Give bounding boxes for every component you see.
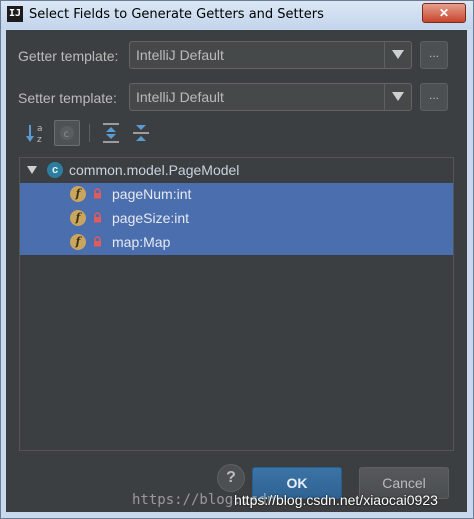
tree-field-row[interactable]: f pageSize:int [20, 207, 453, 231]
class-icon: c [47, 162, 63, 178]
lock-icon [94, 188, 101, 199]
field-icon: f [70, 210, 86, 226]
tree-field-label: map:Map [112, 234, 171, 250]
setter-more-button[interactable]: ... [420, 83, 448, 111]
getter-template-select[interactable]: IntelliJ Default [129, 41, 412, 69]
help-button[interactable]: ? [217, 464, 245, 492]
tree-field-label: pageSize:int [112, 210, 190, 226]
field-icon: f [70, 234, 86, 250]
setter-template-select[interactable]: IntelliJ Default [129, 83, 412, 111]
chevron-down-icon[interactable] [384, 42, 411, 68]
svg-text:z: z [37, 135, 42, 145]
close-button[interactable]: ✕ [422, 3, 466, 23]
show-classes-icon[interactable]: c [54, 120, 80, 146]
expand-triangle-icon[interactable] [27, 166, 37, 175]
title-bar[interactable]: IJ Select Fields to Generate Getters and… [1, 1, 473, 29]
setter-template-value: IntelliJ Default [136, 89, 224, 105]
lock-icon [94, 212, 101, 223]
tree-field-row[interactable]: f pageNum:int [20, 183, 453, 207]
tree-root-row[interactable]: c common.model.PageModel [20, 159, 453, 183]
svg-text:a: a [37, 124, 43, 134]
fields-tree[interactable]: c common.model.PageModel f pageNum:int f… [19, 157, 454, 451]
getter-template-value: IntelliJ Default [136, 47, 224, 63]
dialog-window: IJ Select Fields to Generate Getters and… [0, 0, 474, 519]
tree-field-label: pageNum:int [112, 186, 192, 202]
chevron-down-icon[interactable] [384, 84, 411, 110]
getter-more-button[interactable]: ... [420, 41, 448, 69]
intellij-app-icon: IJ [7, 6, 23, 22]
setter-template-label: Setter template: [18, 90, 117, 106]
lock-icon [94, 236, 101, 247]
collapse-all-icon[interactable] [128, 120, 154, 146]
svg-text:c: c [64, 129, 70, 140]
toolbar-divider [89, 124, 90, 142]
tree-field-row[interactable]: f map:Map [20, 231, 453, 255]
sort-alphabetically-icon[interactable]: a z [24, 120, 50, 146]
expand-all-icon[interactable] [98, 120, 124, 146]
tree-root-label: common.model.PageModel [69, 162, 240, 178]
watermark-url: https://blog.csdn.net/xiaocai0923 [234, 492, 438, 508]
getter-template-label: Getter template: [18, 48, 119, 64]
field-icon: f [70, 186, 86, 202]
dialog-body: Getter template: IntelliJ Default ... Se… [6, 30, 467, 512]
window-title: Select Fields to Generate Getters and Se… [29, 7, 324, 22]
